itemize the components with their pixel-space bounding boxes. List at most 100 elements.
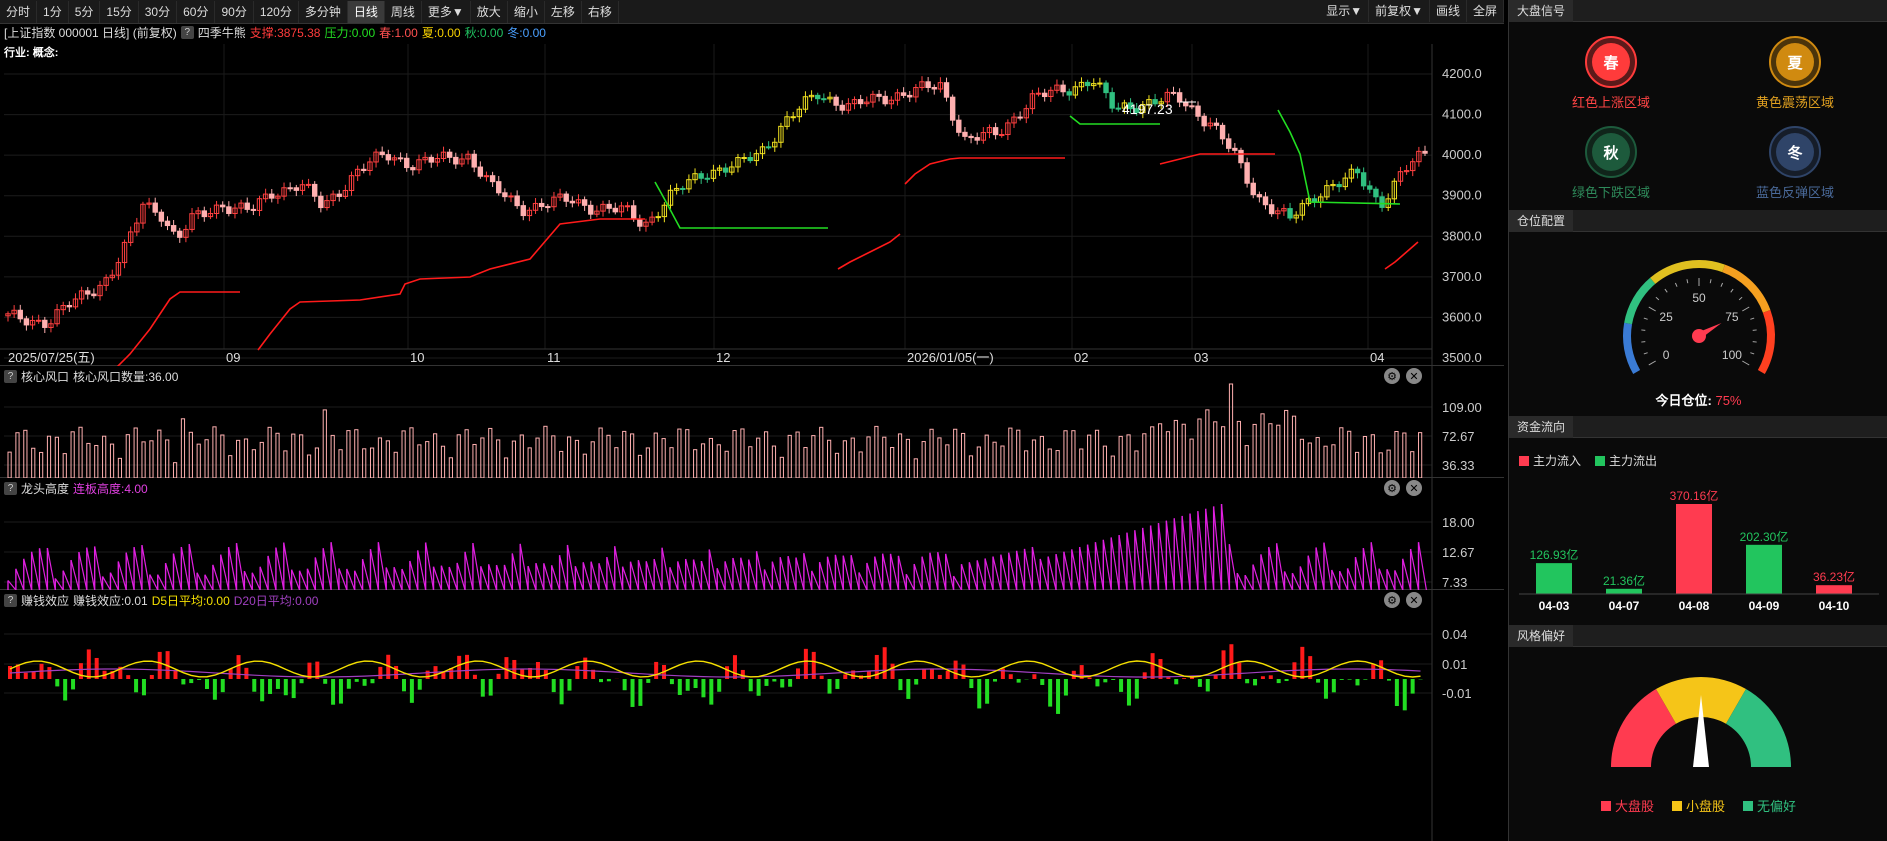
core-panel[interactable]: 109.00 72.67 36.33 ? 核心风口 核心风口数量:36.00 ⚙ ✕ xyxy=(0,366,1504,478)
candle-body xyxy=(1017,116,1023,119)
dragon-slope xyxy=(306,568,316,590)
toolbar-btn-11[interactable]: 更多▼ xyxy=(422,0,471,23)
toolbar-btn-9[interactable]: 日线 xyxy=(347,0,385,23)
core-bar xyxy=(125,434,130,478)
gear-icon[interactable]: ⚙ xyxy=(1384,592,1400,608)
dragon-slope xyxy=(243,570,253,590)
money-bar xyxy=(819,675,824,679)
toolbar-btn-12[interactable]: 放大 xyxy=(471,0,508,23)
close-icon[interactable]: ✕ xyxy=(1406,480,1422,496)
toolbar-right-btn-0[interactable]: 显示▼ xyxy=(1320,0,1370,22)
candle-body xyxy=(1232,147,1238,151)
toolbar-btn-4[interactable]: 30分 xyxy=(139,0,178,23)
money-bar xyxy=(929,668,934,679)
candle-body xyxy=(1373,188,1379,198)
toolbar-btn-8[interactable]: 多分钟 xyxy=(299,0,348,23)
dragon-slope xyxy=(653,558,663,590)
toolbar-btn-7[interactable]: 120分 xyxy=(254,0,299,23)
money-bar xyxy=(646,679,651,683)
core-bar xyxy=(1063,430,1068,478)
gauge-tick xyxy=(1648,306,1656,312)
help-icon[interactable]: ? xyxy=(4,369,17,383)
money-bar xyxy=(472,674,477,679)
core-bar-chart[interactable]: 109.00 72.67 36.33 xyxy=(0,366,1504,478)
dragon-slope xyxy=(354,570,364,590)
toolbar-btn-13[interactable]: 缩小 xyxy=(508,0,545,23)
toolbar-btn-1[interactable]: 1分 xyxy=(37,0,69,23)
candle-body xyxy=(1262,196,1269,206)
dragon-slope xyxy=(299,570,308,590)
dragon-slope xyxy=(377,542,387,590)
gear-icon[interactable]: ⚙ xyxy=(1384,480,1400,496)
candle-body xyxy=(361,168,367,171)
candle-body xyxy=(630,205,637,220)
help-icon[interactable]: ? xyxy=(4,481,17,495)
close-icon[interactable]: ✕ xyxy=(1406,368,1422,384)
money-bar xyxy=(331,679,336,705)
money-bar xyxy=(370,679,375,684)
candle-body xyxy=(17,309,23,320)
money-bar xyxy=(252,679,257,692)
dragon-slope xyxy=(826,556,836,590)
toolbar-right-btn-2[interactable]: 画线 xyxy=(1430,0,1467,22)
money-effect-chart[interactable]: 0.04 0.01 -0.01 xyxy=(0,590,1504,841)
core-bar xyxy=(267,426,272,478)
core-bar xyxy=(732,430,737,478)
core-bar xyxy=(716,444,721,478)
flow-bar xyxy=(1606,588,1642,594)
candle-body xyxy=(446,151,453,158)
money-bar xyxy=(338,679,343,704)
dragon-slope xyxy=(937,552,947,590)
money-bar xyxy=(732,655,737,679)
gauge-label: 50 xyxy=(1692,291,1706,305)
gear-icon[interactable]: ⚙ xyxy=(1384,368,1400,384)
toolbar-btn-5[interactable]: 60分 xyxy=(177,0,216,23)
toolbar-btn-14[interactable]: 左移 xyxy=(545,0,582,23)
dragon-slope xyxy=(480,566,490,590)
season-label: 蓝色反弹区域 xyxy=(1755,185,1834,200)
candle-body xyxy=(588,204,594,215)
core-bar xyxy=(1252,423,1257,478)
candle-body xyxy=(1066,91,1072,96)
core-bar xyxy=(622,430,627,478)
gauge-label: 0 xyxy=(1663,348,1670,362)
toolbar-btn-6[interactable]: 90分 xyxy=(215,0,254,23)
candlestick-chart[interactable]: 4200.0 4100.0 4000.0 3900.0 3800.0 3700.0 3600… xyxy=(0,24,1504,366)
core-bar xyxy=(882,436,887,478)
help-icon[interactable]: ? xyxy=(4,593,17,607)
toolbar-btn-10[interactable]: 周线 xyxy=(385,0,422,23)
dragon-panel-tools: ⚙ ✕ xyxy=(1384,480,1422,496)
price-panel[interactable]: [上证指数 000001 日线] (前复权) ? 四季牛熊 支撑:3875.38… xyxy=(0,24,1504,366)
dragon-slope xyxy=(425,542,435,590)
dragon-value: 连板高度:4.00 xyxy=(73,481,148,496)
money-bar xyxy=(827,679,832,694)
dragon-slope xyxy=(86,547,96,590)
candle-body xyxy=(219,204,226,208)
dragon-panel[interactable]: 18.00 12.67 7.33 ? 龙头高度 连板高度:4.00 ⚙ ✕ xyxy=(0,478,1504,590)
core-bar xyxy=(913,458,918,478)
flow-date: 04-03 xyxy=(1539,599,1570,613)
toolbar-right-btn-3[interactable]: 全屏 xyxy=(1467,0,1504,22)
candle-body xyxy=(428,156,434,163)
toolbar-right-btn-1[interactable]: 前复权▼ xyxy=(1369,0,1430,22)
toolbar-btn-3[interactable]: 15分 xyxy=(100,0,139,23)
toolbar-btn-0[interactable]: 分时 xyxy=(0,0,38,23)
close-icon[interactable]: ✕ xyxy=(1406,592,1422,608)
dragon-height-chart[interactable]: 18.00 12.67 7.33 xyxy=(0,478,1504,590)
money-bar xyxy=(677,679,682,695)
candle-body xyxy=(287,187,293,190)
money-panel[interactable]: 0.04 0.01 -0.01 ? 赚钱效应 赚钱效应:0.01 D5日平均:0.0… xyxy=(0,590,1504,841)
candle-body xyxy=(943,82,950,98)
core-bar xyxy=(157,429,162,478)
candle-body xyxy=(821,98,827,101)
money-bar xyxy=(1331,679,1336,693)
money-bar xyxy=(914,679,919,685)
core-bar xyxy=(212,426,217,478)
toolbar-btn-15[interactable]: 右移 xyxy=(582,0,619,23)
core-bar xyxy=(1402,432,1407,478)
core-bar xyxy=(330,434,335,478)
core-bar xyxy=(117,457,123,478)
dragon-slope xyxy=(133,547,143,590)
dragon-slope xyxy=(629,561,639,590)
toolbar-btn-2[interactable]: 5分 xyxy=(69,0,101,23)
